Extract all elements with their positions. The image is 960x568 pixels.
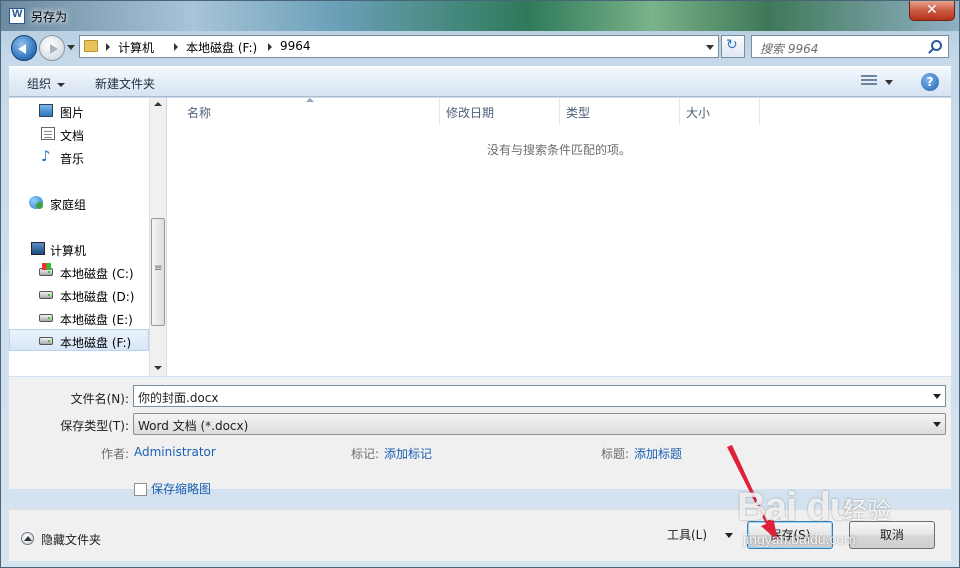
breadcrumb-computer[interactable]: 计算机	[118, 39, 154, 56]
author-label: 作者:	[101, 447, 130, 461]
view-dropdown-icon[interactable]	[885, 80, 893, 85]
organize-button[interactable]: 组织	[27, 75, 66, 92]
back-button[interactable]	[11, 35, 37, 61]
author-value[interactable]: Administrator	[134, 445, 216, 459]
breadcrumb-chevron-icon[interactable]	[268, 43, 272, 51]
filename-input[interactable]: 你的封面.docx	[133, 385, 946, 407]
forward-button[interactable]	[39, 35, 65, 61]
hide-folders-button[interactable]: 隐藏文件夹	[41, 531, 101, 548]
nav-item-drive-f[interactable]: 本地磁盘 (F:)	[9, 329, 149, 351]
toolbar: 组织 新建文件夹 ?	[9, 66, 951, 97]
baidu-watermark-url: jingyan.baidu.com	[743, 531, 856, 547]
nav-item-label: 图片	[60, 106, 85, 120]
tags-label: 标记:	[351, 447, 380, 461]
scrollbar-thumb[interactable]	[151, 218, 165, 326]
filetype-value: Word 文档 (*.docx)	[138, 419, 249, 433]
nav-item-label: 音乐	[60, 152, 85, 166]
baidu-watermark-text: 经验	[843, 497, 891, 525]
drive-icon	[39, 291, 53, 299]
breadcrumb-folder-9964[interactable]: 9964	[280, 39, 311, 53]
help-icon[interactable]: ?	[921, 73, 939, 91]
nav-item-drive-d[interactable]: 本地磁盘 (D:)	[9, 284, 149, 306]
save-thumbnail-label[interactable]: 保存缩略图	[151, 480, 211, 497]
drive-icon	[39, 314, 53, 322]
search-placeholder: 搜索 9964	[760, 42, 819, 56]
search-icon[interactable]	[931, 40, 942, 51]
filename-value: 你的封面.docx	[138, 391, 219, 405]
word-app-icon	[9, 8, 25, 24]
nav-item-label: 文档	[60, 129, 85, 143]
column-header-type[interactable]: 类型	[560, 98, 680, 125]
save-form: 文件名(N): 你的封面.docx 保存类型(T): Word 文档 (*.do…	[9, 377, 951, 489]
nav-item-label: 本地磁盘 (D:)	[60, 290, 135, 304]
refresh-icon: ↻	[726, 37, 738, 53]
drive-icon	[39, 337, 53, 345]
breadcrumb-chevron-icon[interactable]	[106, 43, 110, 51]
nav-item-drive-c[interactable]: 本地磁盘 (C:)	[9, 261, 149, 283]
save-as-dialog: 另存为 ✕ 计算机 本地磁盘 (F:) 9964 ↻ 搜索 9964 组织 新建…	[0, 0, 960, 568]
address-bar[interactable]: 计算机 本地磁盘 (F:) 9964	[79, 35, 719, 58]
new-folder-button[interactable]: 新建文件夹	[95, 75, 155, 92]
nav-item-homegroup[interactable]: 家庭组	[9, 192, 149, 214]
refresh-button[interactable]: ↻	[721, 35, 745, 58]
filetype-select[interactable]: Word 文档 (*.docx)	[133, 413, 946, 435]
column-header-date[interactable]: 修改日期	[440, 98, 560, 125]
column-header-name[interactable]: 名称	[181, 98, 440, 125]
nav-item-documents[interactable]: 文档	[9, 123, 149, 145]
title-bar[interactable]: 另存为 ✕	[1, 1, 959, 31]
nav-item-pictures[interactable]: 图片	[9, 100, 149, 122]
pictures-icon	[39, 104, 53, 117]
navigation-pane: 图片 文档 ♪ 音乐 家庭组 计算机 本地磁盘 (C:) 本地磁盘 (D:) 本	[9, 98, 166, 376]
tools-button[interactable]: 工具(L)	[667, 526, 707, 543]
nav-item-label: 计算机	[50, 244, 87, 258]
breadcrumb-drive-f[interactable]: 本地磁盘 (F:)	[186, 39, 257, 56]
system-drive-icon	[39, 263, 53, 276]
filetype-label: 保存类型(T):	[60, 419, 129, 433]
chevron-down-icon	[57, 82, 66, 87]
nav-item-label: 本地磁盘 (E:)	[60, 313, 133, 327]
column-header-size[interactable]: 大小	[680, 98, 760, 125]
folder-icon	[84, 40, 98, 52]
nav-scrollbar[interactable]	[149, 98, 166, 376]
scroll-down-icon[interactable]	[154, 366, 162, 370]
save-thumbnail-checkbox[interactable]	[134, 483, 147, 496]
add-tags-link[interactable]: 添加标记	[384, 445, 432, 462]
music-icon: ♪	[41, 147, 51, 165]
homegroup-icon	[29, 196, 43, 209]
empty-message: 没有与搜索条件匹配的项。	[486, 143, 631, 157]
close-icon: ✕	[926, 2, 938, 18]
address-dropdown-icon[interactable]	[706, 45, 714, 50]
window-title: 另存为	[31, 10, 68, 24]
hide-folders-icon[interactable]	[21, 532, 34, 545]
close-button[interactable]: ✕	[909, 1, 955, 21]
filename-dropdown-icon[interactable]	[933, 394, 941, 399]
nav-item-label: 本地磁盘 (F:)	[60, 336, 132, 350]
add-title-link[interactable]: 添加标题	[634, 445, 682, 462]
computer-icon	[31, 242, 45, 255]
filename-label: 文件名(N):	[70, 392, 129, 406]
recent-pages-dropdown-icon[interactable]	[67, 45, 75, 50]
title-label: 标题:	[601, 447, 630, 461]
view-options-icon[interactable]	[861, 75, 877, 87]
baidu-watermark-logo: Bai du	[737, 485, 854, 529]
nav-item-computer[interactable]: 计算机	[9, 238, 149, 260]
nav-item-music[interactable]: ♪ 音乐	[9, 146, 149, 168]
tools-dropdown-icon[interactable]	[725, 533, 733, 538]
nav-item-label: 家庭组	[50, 198, 87, 212]
scroll-up-icon[interactable]	[154, 102, 162, 106]
documents-icon	[41, 127, 55, 140]
sort-ascending-icon	[306, 98, 314, 102]
breadcrumb-chevron-icon[interactable]	[174, 43, 178, 51]
nav-item-drive-e[interactable]: 本地磁盘 (E:)	[9, 307, 149, 329]
search-input[interactable]: 搜索 9964	[751, 35, 949, 58]
filetype-dropdown-icon[interactable]	[933, 422, 941, 427]
nav-item-label: 本地磁盘 (C:)	[60, 267, 134, 281]
file-list[interactable]: 名称 修改日期 类型 大小 没有与搜索条件匹配的项。	[167, 98, 951, 376]
